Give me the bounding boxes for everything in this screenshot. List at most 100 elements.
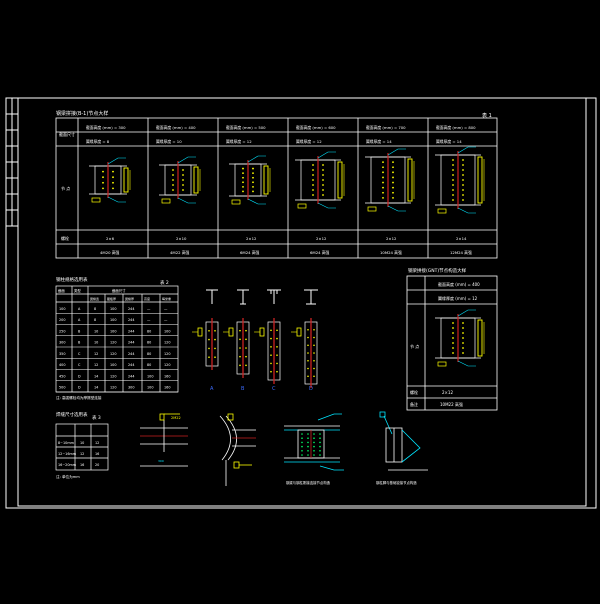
table-4-bolt-value: 2×12 [442,390,453,395]
table-4-bolt-label: 螺栓 [410,389,418,395]
table-4-note-value: 10M22 高强 [440,401,463,407]
table-3-index: 表 3 [92,414,101,421]
table-1-cell-height: 截面高度 (mm) = 300 [86,125,126,130]
table-1-column: 截面高度 (mm) = 300 翼缘厚度 = 8 2×6 4M20 高强 [86,125,131,255]
table-1-cell-bolt: 2×14 [456,236,467,241]
table-2-cell: 100 [164,329,170,333]
table-2-cell: 244 [128,329,134,333]
table-2-cell: 244 [128,374,134,378]
table-2-title: 钢柱规格选用表 [56,276,88,283]
table-2-subheader: 高度 [144,296,150,301]
table-2-header: 类型 [74,288,81,293]
table-2-cell: 100 [110,318,116,322]
detail-1-label: 2M22 [171,416,181,420]
table-2-cell: 14 [94,374,98,378]
table-1-cell-bolt: 2×10 [176,236,187,241]
table-2-cell: 8 [94,318,96,322]
table-2-cell: — [164,318,168,322]
table-2-cell: 244 [128,352,134,356]
table-1-cell-flange: 翼缘厚度 = 14 [436,139,462,144]
table-1-column: 截面高度 (mm) = 400 翼缘厚度 = 10 2×10 4M22 高强 [156,125,201,255]
table-1-cell-flange: 翼缘厚度 = 12 [226,139,252,144]
table-2-cell: 120 [164,363,170,367]
table-2-cell: B [78,329,81,333]
table-2-cell: C [78,352,81,356]
table-2-index: 表 2 [160,279,169,286]
table-3-cell: 12 [95,441,99,445]
table-2-cell: 500 [59,386,65,390]
section-shape-b [237,289,249,305]
table-2-cell: 400 [59,363,65,367]
table-1-column: 截面高度 (mm) = 800 翼缘厚度 = 14 2×14 12M24 高强 [435,125,485,255]
table-3-cell: 20 [95,463,99,467]
table-1-beam-splice: 钢梁拼接(B-1)节点大样 表 1 截面尺寸 节 点 螺栓 截面高度 (mm) … [55,110,498,259]
table-4-node-detail [435,309,485,367]
table-2-cell: 100 [147,386,153,390]
table-1-node-drawing [229,155,271,205]
table-2-cell: B [78,341,81,345]
table-2-cell: 244 [128,307,134,311]
table-2-cell: A [78,318,81,322]
table-2-cell: 120 [110,341,116,345]
table-1-cell-note: 10M24 高强 [380,250,402,255]
table-1-column: 截面高度 (mm) = 700 翼缘厚度 = 14 2×12 10M24 高强 [365,125,415,255]
table-4-note-label: 备注 [410,401,418,407]
table-2-cell: — [147,318,151,322]
table-1-cell-bolt: 2×12 [386,236,397,241]
detail-1-dim: 300 [158,459,164,463]
table-1-cell-height: 截面高度 (mm) = 500 [226,125,266,130]
table-3-note: 注: 单位为mm [56,474,80,479]
type-label: B [241,386,245,392]
table-1-node-drawing [365,148,415,212]
type-d-column: D [291,318,318,392]
section-shape-a [206,289,218,304]
table-2-subheader: 每米重 [162,296,171,301]
table-2-cell: 250 [59,329,65,333]
table-2-subheader: 翼缘厚 [125,296,134,301]
table-1-cell-note: 6M24 高强 [240,250,260,255]
table-3-cell: 16 [95,452,99,456]
table-4-row-head: 节 点 [410,343,419,349]
table-1-node-drawing [159,156,201,204]
table-2-cell: D [78,374,81,378]
table-2-cell: 244 [128,318,134,322]
column-section-types: A B C D [192,289,318,392]
section-shape-d [304,289,318,305]
table-1-cell-bolt: 2×6 [106,236,115,241]
table-4-row-1: 截面高度 (mm) = 400 [438,281,480,287]
table-1-row-head-size: 截面尺寸 [59,131,75,137]
table-1-column: 截面高度 (mm) = 600 翼缘厚度 = 12 2×12 6M24 高强 [295,125,345,255]
table-1-title: 钢梁拼接(B-1)节点大样 [56,110,108,117]
type-label: C [272,386,276,392]
table-2-cell: 120 [110,386,116,390]
table-2-cell: 100 [147,374,153,378]
type-label: A [210,386,214,392]
table-1-cell-flange: 翼缘厚度 = 14 [366,139,392,144]
table-2-cell: 80 [147,341,151,345]
table-3-cell: 10 [80,441,84,445]
table-2-cell: 160 [164,374,170,378]
table-3-cell: 16 [80,463,84,467]
table-2-cell: C [78,363,81,367]
table-3-weld-size: 焊缝尺寸选用表 表 3 8~10mm 10 1212~16mm 12 1616~20mm… [55,411,109,479]
table-1-node-drawing [89,157,131,203]
table-1-cell-note: 4M20 高强 [100,250,120,255]
table-1-cell-height: 截面高度 (mm) = 700 [366,125,406,130]
table-2-subheader: 腹板厚 [107,296,116,301]
table-1-cell-note: 12M24 高强 [450,250,472,255]
table-2-cell: 300 [59,341,65,345]
table-2-cell: 120 [164,341,170,345]
drawing-canvas: 钢梁拼接(B-1)节点大样 表 1 截面尺寸 节 点 螺栓 截面高度 (mm) … [5,97,597,509]
table-1-cell-bolt: 2×12 [246,236,257,241]
table-2-cell: 200 [59,318,65,322]
table-4-row-2: 翼缘厚度 (mm) = 12 [438,295,478,301]
type-label: D [309,386,313,392]
type-b-column: B [223,318,250,392]
detail-4-caption: 钢柱脚与基础铰接节点构造 [376,480,417,485]
table-1-node-drawing [295,151,345,209]
table-2-cell: — [147,307,151,311]
table-2-cell: 350 [59,352,65,356]
table-1-cell-note: 6M24 高强 [310,250,330,255]
table-2-cell: 100 [110,363,116,367]
table-2-cell: 10 [94,329,98,333]
